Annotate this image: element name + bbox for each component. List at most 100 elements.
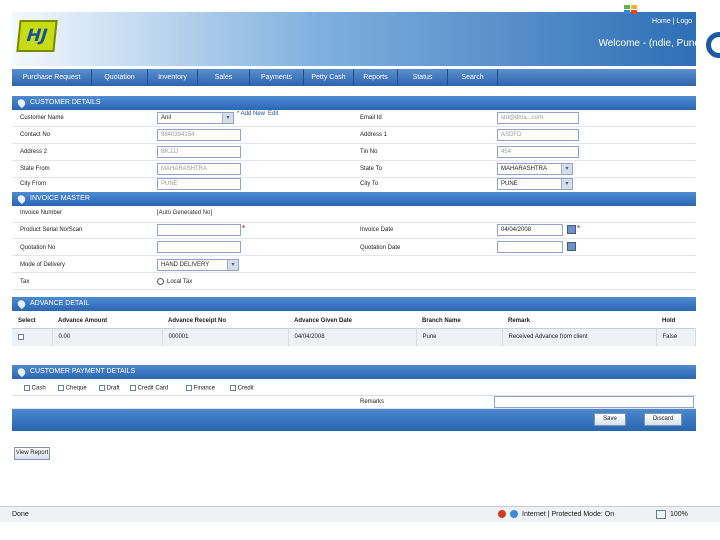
calendar-icon[interactable] [567,242,576,251]
tax-label: Tax [20,279,30,285]
quotation-input[interactable] [157,241,241,253]
save-button[interactable]: Save [594,413,626,426]
chevron-down-icon[interactable]: ▾ [227,260,238,270]
customer-details-header: CUSTOMER DETAILS [12,96,696,110]
table-row: 0.00 000001 04/04/2008 Pune Received Adv… [12,328,696,346]
payment-option-draft[interactable]: Draft [99,385,120,392]
windows-flag-icon [624,5,637,14]
row-select-checkbox[interactable] [18,333,24,340]
section-title: ADVANCE DETAIL [30,300,90,307]
discard-button[interactable]: Discard [644,413,682,426]
table-cell: Received Advance from client [502,328,657,346]
state-to-value: MAHARASHTRA [501,166,548,172]
nav-sales[interactable]: Sales [198,69,250,86]
option-label: Draft [106,385,120,392]
payment-option-cash[interactable]: Cash [24,385,46,392]
edit-link[interactable]: Edit [268,111,278,117]
checkbox[interactable] [186,385,192,391]
status-text: Done [12,511,29,518]
checkbox[interactable] [130,385,136,391]
advance-table: Select Advance Amount Advance Receipt No… [12,314,696,346]
invoice-row-4: Mode of Delivery HAND DELIVERY ▾ [12,256,696,273]
checkbox[interactable] [58,385,64,391]
invoice-row-1: Invoice Number [Auto Generated No] [12,206,696,223]
payment-options-row: Cash Cheque Draft Credit Card Finance Cr… [12,381,696,396]
section-title: INVOICE MASTER [30,195,90,202]
nav-quotation[interactable]: Quotation [92,69,148,86]
chevron-down-icon[interactable]: ▾ [222,113,233,123]
add-new-link[interactable]: * Add New [237,111,265,117]
invoice-row-2: Product Serial No/Scan * Invoice Date 04… [12,222,696,239]
chevron-down-icon[interactable]: ▾ [561,164,572,174]
remarks-input[interactable] [494,396,694,408]
nav-search[interactable]: Search [448,69,498,86]
customer-name-label: Customer Name [20,115,64,121]
state-to-select[interactable]: MAHARASHTRA ▾ [497,163,573,175]
column-header: Advance Amount [52,314,162,329]
quotation-date-label: Quotation Date [360,245,401,251]
action-bar: Save Discard [12,409,696,431]
delivery-select[interactable]: HAND DELIVERY ▾ [157,259,239,271]
table-header-row: Select Advance Amount Advance Receipt No… [12,314,696,329]
customer-row-3: Address 2 BKJJJ Tin No 454 [12,144,696,161]
column-header: Advance Given Date [288,314,416,329]
remarks-label: Remarks [360,399,385,405]
view-report-button[interactable]: View Report [14,447,50,460]
city-from-field[interactable]: PUNE [157,178,241,190]
calendar-icon[interactable] [567,225,576,234]
remarks-row: Remarks [12,396,696,409]
required-marker: * [242,224,246,233]
state-from-field[interactable]: MAHARASHTRA [157,163,241,175]
payment-option-cheque[interactable]: Cheque [58,385,87,392]
nav-reports[interactable]: Reports [354,69,398,86]
customer-row-2: Contact No 9840394154 Address 1 ASDFD [12,127,696,144]
local-tax-radio[interactable] [157,278,164,285]
customer-name-select[interactable]: Anil ▾ [157,112,234,124]
city-to-label: City To [360,181,379,187]
table-cell: 000001 [162,328,289,346]
checkbox[interactable] [99,385,105,391]
top-links[interactable]: Home | Logo [652,18,692,25]
payment-option-finance[interactable]: Finance [186,385,215,392]
nav-petty-cash[interactable]: Petty Cash [304,69,354,86]
table-cell: Pune [416,328,503,346]
app-header [12,12,696,66]
payment-details-header: CUSTOMER PAYMENT DETAILS [12,365,696,379]
nav-inventory[interactable]: Inventory [148,69,198,86]
invoice-row-3: Quotation No Quotation Date [12,239,696,256]
zoom-icon[interactable] [656,510,666,519]
address1-field[interactable]: ASDFD [497,129,579,141]
quotation-date-field[interactable] [497,241,563,253]
payment-option-credit-card[interactable]: Credit Card [130,385,168,392]
column-header: Hold [656,314,696,329]
browser-status-bar: Done Internet | Protected Mode: On 100% [0,506,720,522]
state-to-label: State To [360,166,382,172]
city-to-select[interactable]: PUNE ▾ [497,178,573,190]
zoom-level[interactable]: 100% [670,511,688,518]
email-field[interactable]: std@dma...com [497,112,579,124]
security-zone-text: Internet | Protected Mode: On [522,511,615,518]
nav-payments[interactable]: Payments [250,69,304,86]
serial-input[interactable] [157,224,241,236]
nav-purchase-request[interactable]: Purchase Request [12,69,92,86]
pin-icon [16,193,27,205]
local-tax-label: Local Tax [167,279,193,285]
address2-label: Address 2 [20,149,48,155]
email-label: Email Id [360,115,382,121]
checkbox[interactable] [230,385,236,391]
invoice-date-field[interactable]: 04/04/2008 [497,224,563,236]
chevron-down-icon[interactable]: ▾ [561,179,572,189]
address2-field[interactable]: BKJJJ [157,146,241,158]
customer-name-value: Anil [161,115,172,121]
contact-field[interactable]: 9840394154 [157,129,241,141]
pin-icon [16,97,27,109]
nav-status[interactable]: Status [398,69,448,86]
pin-icon [16,298,27,310]
option-label: Credit [237,385,254,392]
payment-option-credit[interactable]: Credit [230,385,254,392]
advance-detail-header: ADVANCE DETAIL [12,297,696,311]
invoice-date-label: Invoice Date [360,227,394,233]
tin-field[interactable]: 454 [497,146,579,158]
option-label: Finance [193,385,216,392]
checkbox[interactable] [24,385,30,391]
